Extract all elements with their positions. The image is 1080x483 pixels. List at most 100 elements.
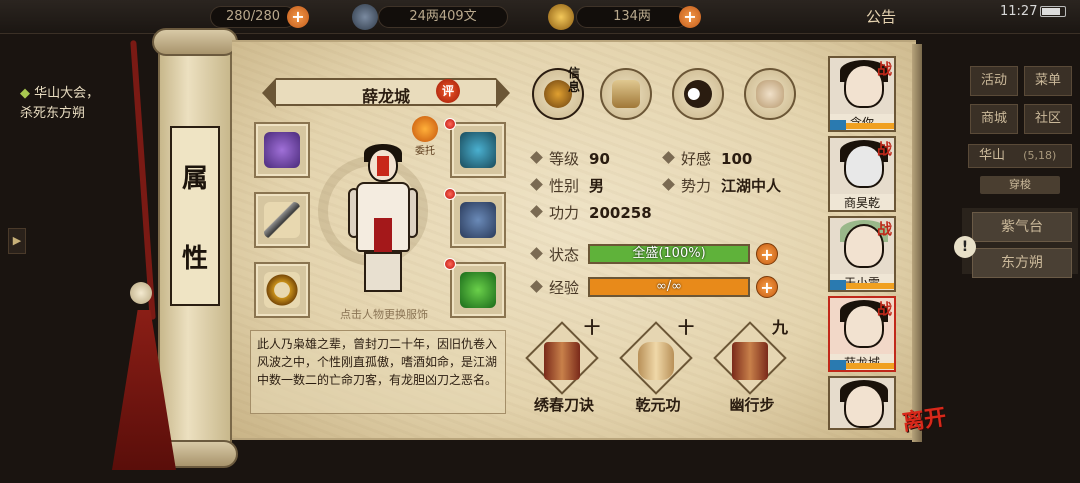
equip-slot-ring[interactable]	[254, 262, 310, 318]
equip-slot-chest[interactable]	[450, 192, 506, 248]
add-exp-button[interactable]: +	[756, 276, 778, 298]
battle-tag: 战	[876, 60, 892, 78]
location-name: 华山	[979, 148, 1006, 163]
nav-icon-7[interactable]	[680, 446, 724, 478]
npc-item-dongfangshuo[interactable]: 东方朔	[972, 248, 1072, 278]
skill-slot-3[interactable]: 九 幽行步	[710, 318, 794, 420]
skill-slot-2[interactable]: 十 乾元功	[616, 318, 700, 420]
stat-faction-label: 势力	[681, 177, 712, 195]
nav-icon-5[interactable]	[520, 446, 564, 478]
nav-icon-4[interactable]	[440, 446, 484, 478]
tassel-cord	[130, 40, 156, 320]
add-gold-button[interactable]: +	[679, 6, 701, 28]
rate-badge[interactable]: 评	[436, 79, 460, 103]
tab-letter[interactable]	[600, 68, 652, 120]
stat-level-label: 等级	[549, 150, 580, 168]
upgrade-dot	[444, 188, 456, 200]
upgrade-dot	[444, 118, 456, 130]
skill-name: 乾元功	[635, 396, 681, 414]
skill-name: 绣春刀诀	[533, 396, 594, 414]
stat-status-label: 状态	[549, 246, 580, 264]
diamond-icon	[530, 205, 543, 218]
skill-level: 九	[772, 318, 789, 337]
diamond-icon	[662, 178, 675, 191]
nav-icon-2[interactable]	[280, 446, 324, 478]
quest-line-1: 华山大会，	[34, 86, 100, 101]
title-char-2: 性	[181, 244, 208, 274]
gold-display: 134两 +	[576, 6, 701, 28]
location-display[interactable]: 华山 (5,18)	[968, 144, 1072, 168]
money-value: 24两409文	[409, 9, 477, 24]
member-badge	[830, 120, 846, 130]
party-member-5[interactable]	[828, 376, 896, 430]
gold-ingot-icon	[548, 4, 574, 30]
stat-favor-label: 好感	[681, 150, 712, 168]
party-member-1[interactable]: 战 念你	[828, 56, 896, 132]
alert-icon[interactable]: !	[954, 236, 976, 258]
community-button[interactable]: 社区	[1024, 104, 1072, 134]
bagua-icon	[684, 80, 712, 108]
activity-button[interactable]: 活动	[970, 66, 1018, 96]
stat-gender-value: 男	[589, 177, 605, 195]
stat-power-value: 200258	[589, 204, 652, 222]
face-paint	[377, 156, 389, 176]
party-member-4[interactable]: 战 薛龙城	[828, 296, 896, 372]
skill-name: 幽行步	[729, 396, 775, 414]
character-figure[interactable]	[348, 144, 418, 298]
add-stamina-button[interactable]: +	[287, 6, 309, 28]
equip-slot-weapon[interactable]	[254, 192, 310, 248]
location-coords: (5,18)	[1023, 149, 1057, 162]
nav-icon-3[interactable]	[360, 446, 404, 478]
jade-pendant-icon	[460, 272, 496, 308]
title-char-1: 属	[181, 164, 208, 194]
nav-icon-6[interactable]	[600, 446, 644, 478]
stamina-display: 280/280 +	[210, 6, 309, 28]
stat-power-label: 功力	[549, 204, 580, 222]
leave-button[interactable]: 离开	[900, 399, 948, 437]
stat-gender-label: 性别	[549, 177, 580, 195]
equip-slot-armor[interactable]	[254, 122, 310, 178]
skill-slot-1[interactable]: 十 绣春刀诀	[522, 318, 606, 420]
battle-tag: 战	[876, 300, 892, 318]
character-description: 此人乃枭雄之辈，曾封刀二十年，因旧仇卷入风波之中，个性刚直孤傲，嗜酒如命，是江湖…	[250, 330, 506, 414]
stamina-value: 280/280	[225, 9, 280, 24]
tab-taiji[interactable]	[672, 68, 724, 120]
gold-value: 134两	[613, 9, 651, 24]
member-bar	[846, 283, 894, 289]
shop-button[interactable]: 商城	[970, 104, 1018, 134]
quest-tracker[interactable]: ◆ 华山大会， 杀死东方朔	[20, 84, 170, 124]
sword-icon	[264, 202, 300, 238]
chestplate-icon	[460, 202, 496, 238]
skill-level: 十	[584, 318, 601, 337]
exp-bar-text: ∞/∞	[655, 279, 683, 294]
notice-button[interactable]: 公告	[866, 6, 896, 27]
party-member-3[interactable]: 战 于小雪	[828, 216, 896, 292]
tab-meridian[interactable]	[744, 68, 796, 120]
expand-arrow-icon[interactable]: ▶	[8, 228, 26, 254]
meridian-body-icon	[756, 80, 784, 108]
diamond-icon	[662, 151, 675, 164]
party-member-name: 商昊乾	[830, 194, 894, 210]
diamond-icon	[530, 247, 543, 260]
equip-slot-accessory[interactable]	[450, 262, 506, 318]
member-bar	[846, 363, 894, 369]
blade-manual-icon	[544, 342, 580, 380]
stat-power: 功力 200258	[530, 202, 652, 223]
character-name: 薛龙城	[361, 87, 410, 106]
restore-status-button[interactable]: +	[756, 243, 778, 265]
party-member-2[interactable]: 战 商昊乾	[828, 136, 896, 212]
tab-info-label: 信息	[568, 66, 581, 94]
stat-favor-value: 100	[721, 150, 753, 168]
stat-level-value: 90	[589, 150, 610, 168]
equip-slot-helmet[interactable]	[450, 122, 506, 178]
scroll-letter-icon	[612, 80, 640, 108]
jade-bead	[130, 282, 152, 304]
member-bar	[846, 123, 894, 129]
npc-item-ziqitai[interactable]: 紫气台	[972, 212, 1072, 242]
portrait-face	[844, 384, 884, 428]
menu-button[interactable]: 菜单	[1024, 66, 1072, 96]
status-bar-text: 全盛(100%)	[632, 246, 706, 261]
travel-chip[interactable]: 穿梭	[980, 176, 1060, 194]
diamond-icon	[530, 280, 543, 293]
skill-level: 十	[678, 318, 695, 337]
